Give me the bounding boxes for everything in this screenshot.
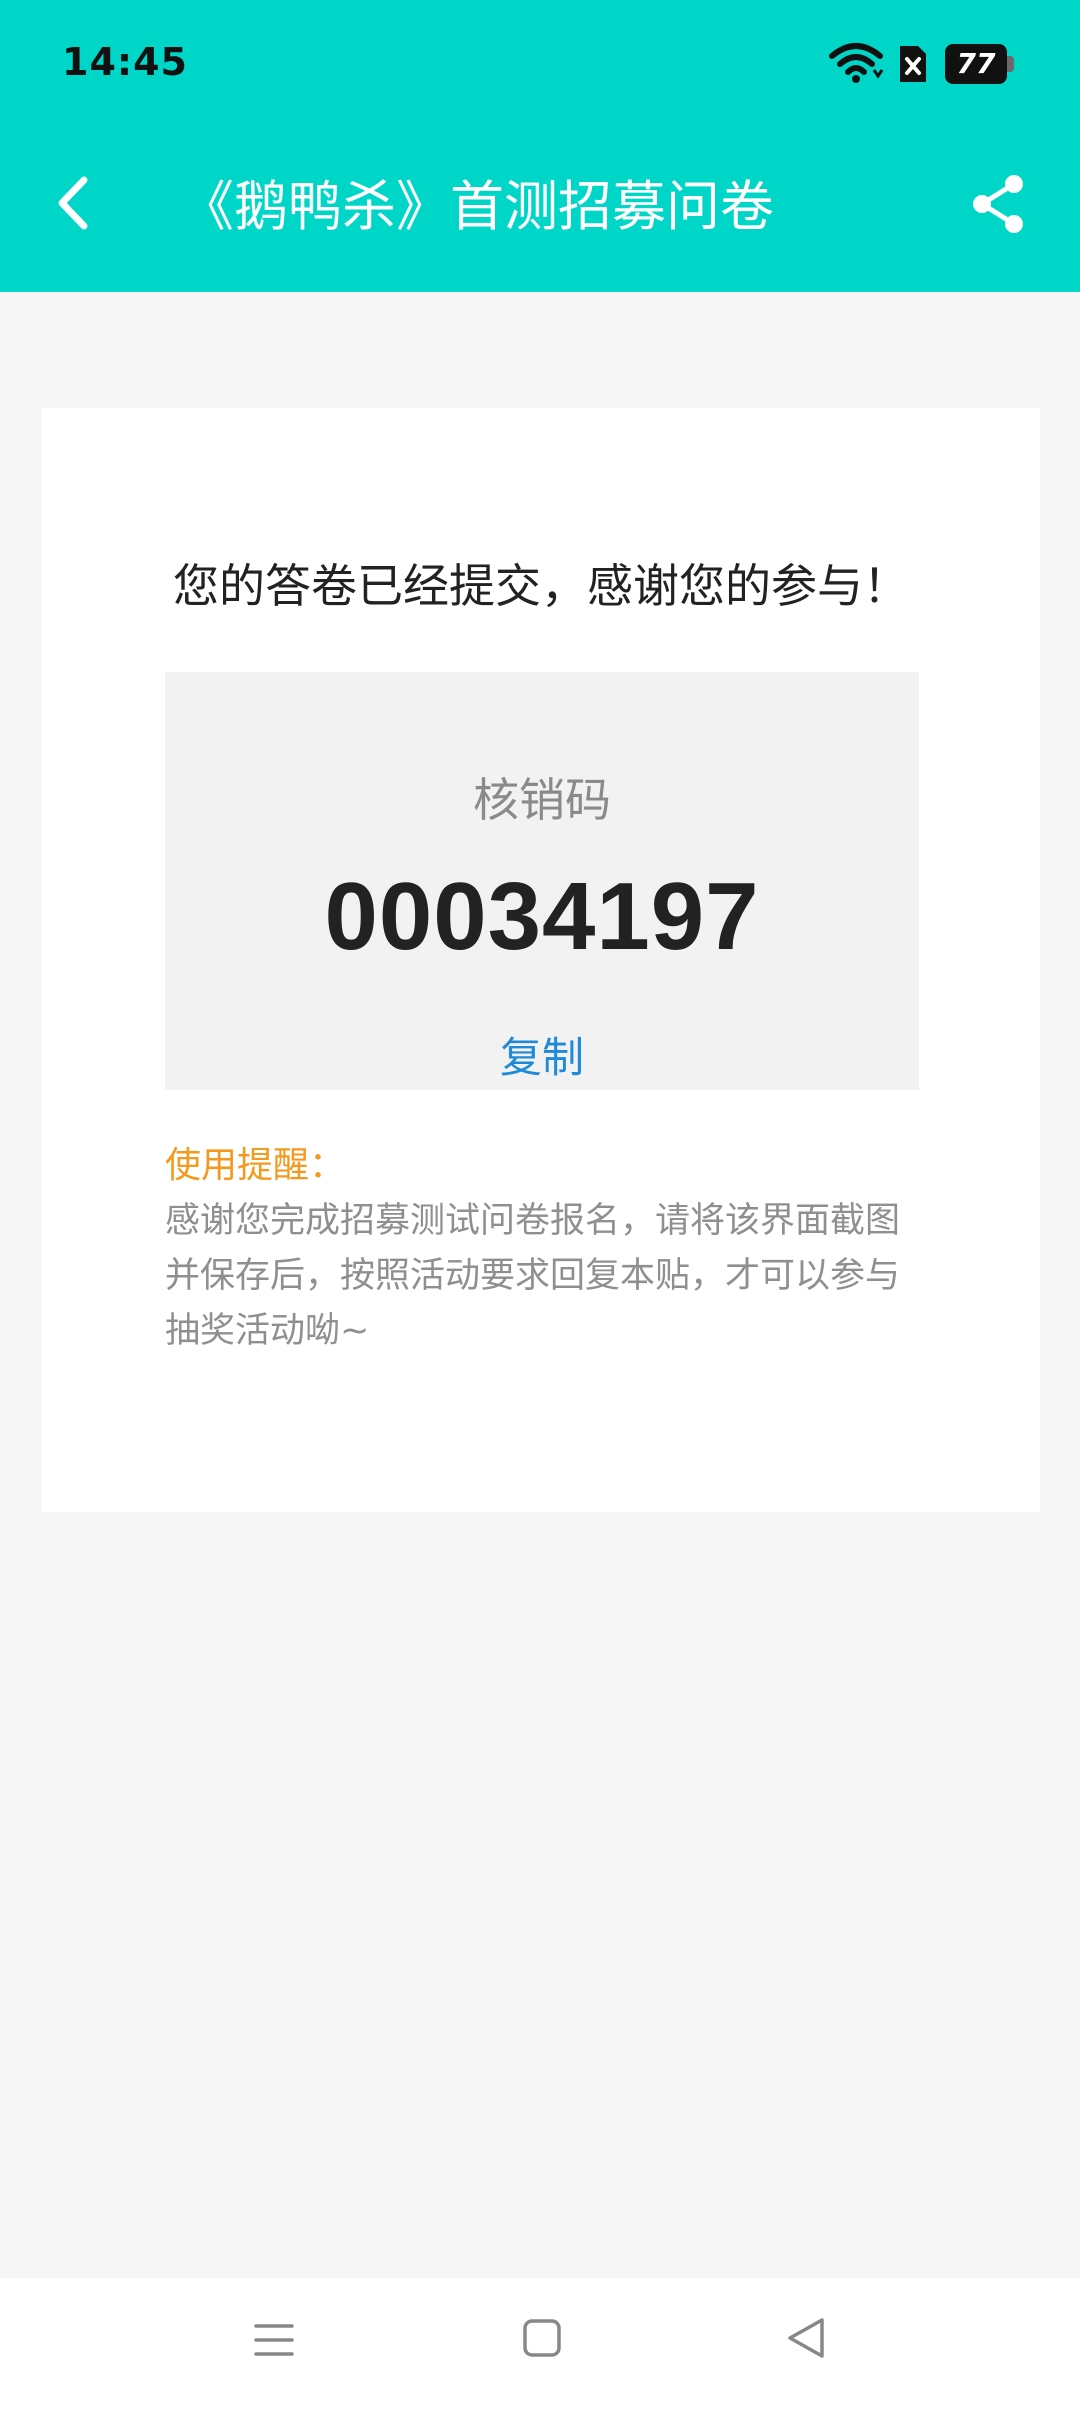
code-label: 核销码 [473,773,611,827]
result-card: 您的答卷已经提交，感谢您的参与！ 核销码 00034197 复制 使用提醒： 感… [42,408,1040,1512]
page-title: 《鹅鸭杀》首测招募问卷 [180,175,774,238]
success-message: 您的答卷已经提交，感谢您的参与！ [173,559,909,613]
menu-icon[interactable] [252,2318,296,2362]
chevron-left-icon[interactable] [40,168,110,238]
battery-icon: 77 [945,44,1015,84]
sim-icon [900,46,926,82]
battery-level: 77 [956,47,996,80]
reminder-text: 感谢您完成招募测试问卷报名，请将该界面截图并保存后，按照活动要求回复本贴，才可以… [165,1201,901,1351]
reminder-title: 使用提醒： [165,1145,346,1186]
screen: 14:45 77 《鹅鸭杀》首测招募问卷 您的答卷已经提交，感谢您的参与！ 核销… [0,0,1080,2414]
battery-tip [1007,56,1014,72]
home-icon[interactable] [520,2316,564,2360]
copy-button[interactable]: 复制 [472,1024,612,1085]
status-bar: 14:45 77 [0,0,1080,128]
status-time: 14:45 [62,40,188,84]
app-bar: 《鹅鸭杀》首测招募问卷 [0,128,1080,292]
share-icon[interactable] [966,172,1030,236]
system-nav-bar [0,2278,1080,2414]
verification-code-box: 核销码 00034197 复制 [165,672,919,1090]
code-value: 00034197 [324,863,760,970]
wifi-icon [829,43,884,83]
back-icon[interactable] [784,2314,828,2362]
header-area: 14:45 77 《鹅鸭杀》首测招募问卷 [0,0,1080,292]
